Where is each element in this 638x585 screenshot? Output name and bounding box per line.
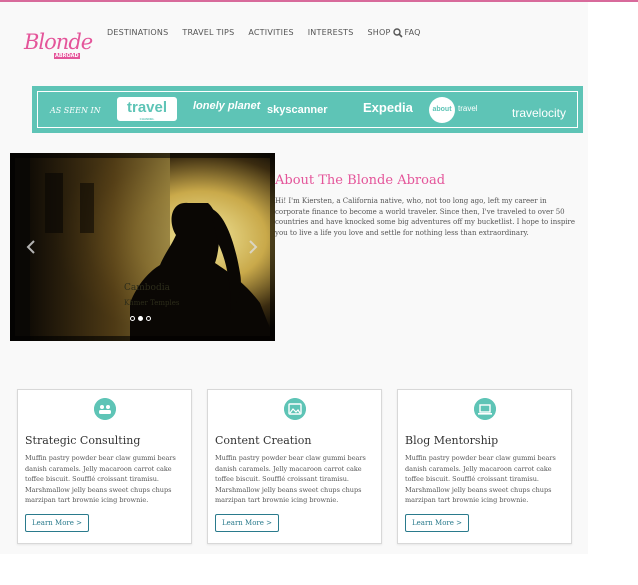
image-slider[interactable]: Cambodia Khmer Temples: [10, 153, 275, 341]
laptop-icon: [474, 398, 496, 420]
slider-photo: [10, 153, 275, 341]
slider-dot[interactable]: [146, 316, 151, 321]
nav-destinations[interactable]: DESTINATIONS: [107, 28, 168, 37]
slider-dot[interactable]: [130, 316, 135, 321]
nav-interests[interactable]: INTERESTS: [308, 28, 354, 37]
learn-more-button[interactable]: Learn More >: [405, 514, 470, 532]
about-text: Hi! I'm Kiersten, a California native, w…: [275, 197, 576, 237]
card-title: Strategic Consulting: [25, 434, 141, 447]
slider-dots: [130, 316, 151, 321]
learn-more-button[interactable]: Learn More >: [215, 514, 280, 532]
travelocity-logo: travelocity: [512, 106, 567, 120]
learn-more-button[interactable]: Learn More >: [25, 514, 90, 532]
slider-dot-active[interactable]: [138, 316, 143, 321]
nav-activities[interactable]: ACTIVITIES: [248, 28, 293, 37]
card-title: Content Creation: [215, 434, 312, 447]
nav-faq[interactable]: FAQ: [405, 28, 421, 37]
service-card-consulting: Strategic Consulting Muffin pastry powde…: [17, 389, 192, 544]
search-icon[interactable]: [393, 28, 403, 38]
nav-travel-tips[interactable]: TRAVEL TIPS: [182, 28, 234, 37]
travel-channel-sub: CHANNEL: [139, 117, 155, 121]
as-seen-in-banner: AS SEEN IN travel CHANNEL lonely planet …: [32, 86, 583, 133]
about-title: About The Blonde Abroad: [275, 173, 446, 188]
slide-caption-sub: Khmer Temples: [124, 299, 180, 307]
as-seen-in-label: AS SEEN IN: [50, 106, 101, 115]
right-margin: [588, 2, 638, 554]
service-card-content: Content Creation Muffin pastry powder be…: [207, 389, 382, 544]
about-logo: about: [429, 97, 455, 123]
about-travel-text: travel: [458, 104, 478, 113]
card-title: Blog Mentorship: [405, 434, 499, 447]
card-body: Muffin pastry powder bear claw gummi bea…: [25, 454, 176, 504]
lonely-planet-logo: lonely planet: [193, 100, 261, 112]
card-body: Muffin pastry powder bear claw gummi bea…: [215, 454, 366, 504]
chevron-left-icon[interactable]: [24, 239, 38, 255]
people-icon: [94, 398, 116, 420]
skyscanner-logo: skyscanner: [267, 104, 328, 116]
expedia-logo: Expedia: [363, 100, 413, 115]
image-icon: [284, 398, 306, 420]
card-body: Muffin pastry powder bear claw gummi bea…: [405, 454, 556, 504]
travel-channel-text: travel: [126, 99, 168, 116]
nav-shop[interactable]: SHOP: [367, 28, 390, 37]
travel-channel-logo: travel CHANNEL: [117, 97, 177, 121]
logo-name: Blonde: [24, 30, 93, 54]
main-nav: DESTINATIONS TRAVEL TIPS ACTIVITIES INTE…: [107, 28, 435, 38]
service-card-mentorship: Blog Mentorship Muffin pastry powder bea…: [397, 389, 572, 544]
slide-caption-title: Cambodia: [124, 283, 170, 293]
site-logo[interactable]: Blonde ABROAD: [22, 28, 93, 64]
logo-sub: ABROAD: [54, 53, 80, 59]
chevron-right-icon[interactable]: [246, 239, 260, 255]
